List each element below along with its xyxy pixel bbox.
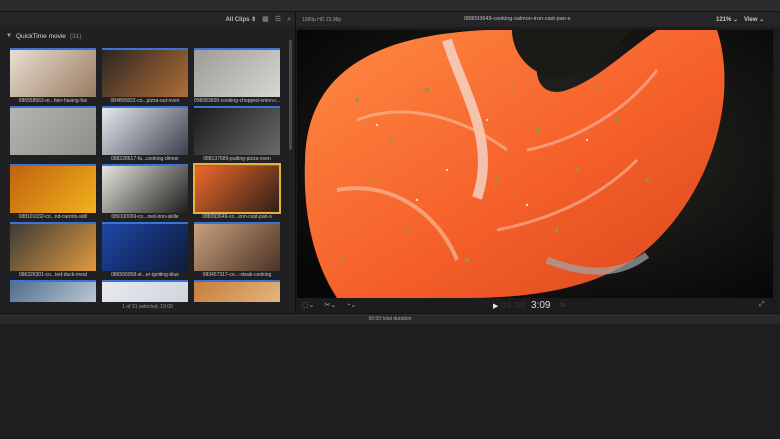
- clip-thumbnail[interactable]: 088137589-putting-pizza-oven: [194, 106, 280, 164]
- clip-thumbnail[interactable]: 083457317-co...-steak-cooking: [194, 222, 280, 280]
- clip-label: 089100069-co...ned-iron-skille: [111, 214, 179, 220]
- play-button[interactable]: ▶: [493, 302, 498, 310]
- clip-label: 086560058-st...er-igniting-blue: [111, 272, 179, 278]
- clip-label: 088228617-fa...cooking-dinner: [111, 156, 179, 162]
- clip-thumbnail[interactable]: 096083656-cooking-chopped-onion-r...: [194, 48, 280, 106]
- list-view-icon[interactable]: ☰: [275, 16, 281, 24]
- viewer-header: 1080p HD 23.98p 088093649-cooking-salmon…: [296, 12, 780, 27]
- clip-thumbnail[interactable]: 089100069-co...ned-iron-skille: [102, 164, 188, 222]
- clip-thumbnail-image: [102, 106, 188, 155]
- timeline-area[interactable]: [0, 324, 780, 439]
- browser-scrollbar[interactable]: [289, 40, 292, 150]
- clip-thumbnail-image: [102, 164, 188, 213]
- clip-thumbnail-image: [10, 222, 96, 271]
- top-toolbar: [0, 0, 780, 12]
- video-format: 1080p HD 23.98p: [302, 17, 342, 23]
- event-title[interactable]: ▼ QuickTime movie (31): [6, 30, 81, 42]
- fullscreen-icon[interactable]: ⤢: [759, 301, 765, 309]
- viewer-controls: ⬚⌄ ✂⌄ ◔⌄ ▶ 00:00 3:09 ⇆ ⤢: [296, 299, 780, 313]
- clip-label: 086558563-m...hter-having-fun: [18, 98, 88, 104]
- timecode: 3:09: [531, 300, 551, 311]
- clip-filter-menu[interactable]: All Clips ⇕: [225, 16, 256, 23]
- filmstrip-view-icon[interactable]: ▦: [262, 16, 269, 24]
- clip-thumbnail-image: [194, 106, 280, 155]
- chevron-down-icon[interactable]: ▼: [6, 33, 12, 39]
- clip-thumbnail[interactable]: 088228617-fa...cooking-dinner: [102, 106, 188, 164]
- speed-icon[interactable]: ◔⌄: [346, 301, 356, 309]
- clip-label: 088093649-co...iron-cast-pan-s: [202, 214, 272, 220]
- viewer-tools: ⬚⌄ ✂⌄ ◔⌄: [302, 301, 356, 309]
- selection-status: 1 of 31 selected, 10:00: [0, 302, 295, 313]
- clip-thumbnail-image: [193, 163, 281, 214]
- zoom-menu[interactable]: 121% ⌄: [716, 16, 738, 23]
- clip-thumbnail-image: [10, 48, 96, 97]
- clip-label: 083457317-co...-steak-cooking: [202, 272, 272, 278]
- clip-label: 088137589-putting-pizza-oven: [203, 156, 271, 162]
- view-menu[interactable]: View ⌄: [744, 16, 764, 23]
- clip-thumbnail[interactable]: 088093649-co...iron-cast-pan-s: [193, 163, 281, 222]
- clip-label: 086326301-co...ted-duck-meat: [18, 272, 88, 278]
- clip-thumbnail-image: [10, 106, 96, 155]
- clip-thumbnail[interactable]: 086560058-st...er-igniting-blue: [102, 222, 188, 280]
- browser-panel: All Clips ⇕ ▦ ☰ ⌕ ▼ QuickTime movie (31)…: [0, 12, 295, 314]
- viewer-panel: 1080p HD 23.98p 088093649-cooking-salmon…: [295, 12, 780, 313]
- clip-thumbnail[interactable]: 088101032-co...nd-carrots-skill: [10, 164, 96, 222]
- clip-label: 084805822-co...pizza-out-oven: [110, 98, 180, 104]
- clip-thumbnail[interactable]: 086326301-co...ted-duck-meat: [10, 222, 96, 280]
- clip-thumbnail-image: [194, 48, 280, 97]
- timecode-placeholder: 00:00: [501, 301, 527, 310]
- skimming-icon[interactable]: ⇆: [560, 301, 566, 309]
- clip-label: 088101032-co...nd-carrots-skill: [18, 214, 88, 220]
- salmon-steak-image: [297, 30, 773, 298]
- clip-thumbnail-image: [102, 48, 188, 97]
- search-icon[interactable]: ⌕: [287, 16, 291, 24]
- timeline-status: 00:00 total duration: [0, 313, 780, 324]
- clip-thumbnail[interactable]: 084805822-co...pizza-out-oven: [102, 48, 188, 106]
- clip-thumbnail-image: [194, 222, 280, 271]
- clip-thumbnail-image: [102, 222, 188, 271]
- transform-icon[interactable]: ⬚⌄: [302, 301, 314, 309]
- clip-thumbnail-image: [10, 164, 96, 213]
- video-frame[interactable]: [297, 30, 773, 298]
- clip-label: 096083656-cooking-chopped-onion-r...: [194, 98, 280, 104]
- event-name: QuickTime movie: [15, 32, 66, 40]
- browser-header: All Clips ⇕ ▦ ☰ ⌕: [0, 12, 295, 27]
- viewer-clip-title: 088093649-cooking-salmon-iron-cast-pan-s: [464, 16, 571, 22]
- clip-thumbnail[interactable]: 086558563-m...hter-having-fun: [10, 48, 96, 106]
- clip-thumbnail[interactable]: [10, 106, 96, 164]
- clip-grid: 086558563-m...hter-having-fun 084805822-c…: [10, 48, 285, 314]
- event-clip-count: (31): [69, 32, 82, 40]
- enhance-icon[interactable]: ✂⌄: [324, 301, 336, 309]
